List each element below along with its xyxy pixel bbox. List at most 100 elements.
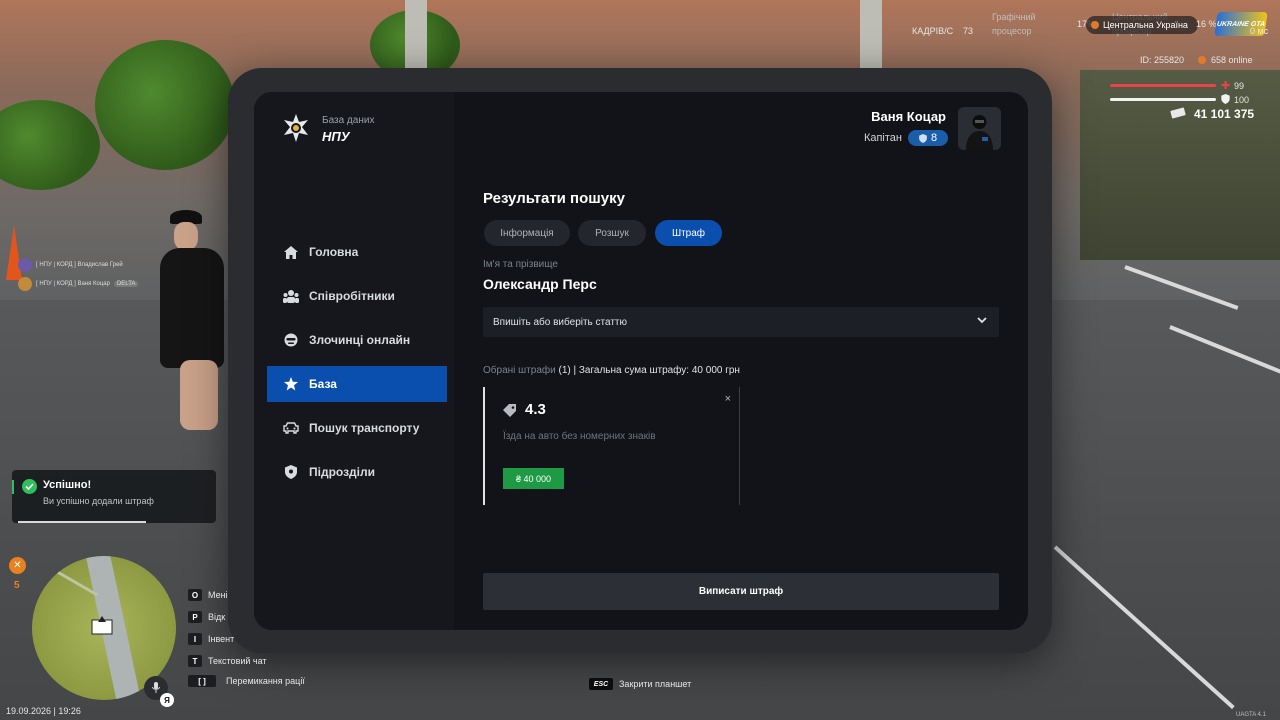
sidebar-item-home[interactable]: Головна [267,234,447,270]
sidebar-item-label: Співробітники [309,289,395,303]
sidebar: База даних НПУ Головна Співробітники Зло… [254,92,454,630]
gpu-label: процесор [992,26,1032,36]
sidebar-item-database[interactable]: База [267,366,447,402]
tree [0,100,100,190]
sidebar-item-criminals[interactable]: Злочинці онлайн [267,322,447,358]
shield-icon [283,464,299,480]
fine-card: 4.3 Їзда на авто без номерних знаків ₴ 4… [483,387,740,505]
hunger-value: 5 [14,580,20,591]
name-value: Олександр Перс [483,276,597,292]
page-title: Результати пошуку [483,190,625,207]
tab-wanted[interactable]: Розшук [578,220,646,246]
toast-title: Успішно! [43,479,92,491]
hunger-icon: ✕ [9,557,26,574]
key-hint-label: Мені [208,590,228,600]
user-name: Ваня Коцар [871,109,946,124]
fps-label: КАДРІВ/С [912,26,954,36]
armor-icon [1221,94,1230,104]
sidebar-item-vehicle-search[interactable]: Пошук транспорту [267,410,447,446]
tag-icon [503,404,516,417]
shield-icon [919,133,927,143]
tab-fine[interactable]: Штраф [655,220,722,246]
health-bar [1110,84,1216,87]
key-hint-label: Текстовий чат [208,656,267,666]
money-icon [1170,107,1186,119]
fine-description: Їзда на авто без номерних знаків [503,431,656,442]
esc-label: Закрити планшет [619,679,692,689]
esc-key: ESC [589,678,613,690]
status-badge: DELTA [113,281,139,287]
avatar [18,277,32,291]
chat-line: [ НПУ | КОРД ] Ваня Коцар DELTA [18,277,139,291]
key-hint-label: Відк [208,612,226,622]
car-icon [283,420,299,436]
key-hint: O [188,589,202,601]
fine-code: 4.3 [525,401,546,418]
sidebar-item-divisions[interactable]: Підрозділи [267,454,447,490]
health-icon: ✚ [1221,80,1231,92]
star-icon [283,376,299,392]
armor-value: 100 [1234,95,1250,105]
money-value: 41 101 375 [1194,107,1255,121]
key-hint: P [188,611,202,623]
key-hint: [ ] [188,675,216,687]
online-icon [1198,56,1206,64]
brand-title: НПУ [322,129,350,144]
tree [95,40,235,170]
ping: 0 мс [1250,26,1269,36]
fines-summary: Обрані штрафи (1) | Загальна сума штрафу… [483,365,740,376]
version-label: UAGTA 4.1 [1236,712,1266,718]
gpu-label: Графічний [992,12,1036,22]
armor-bar [1110,98,1216,101]
avatar [958,107,1001,150]
home-icon [283,244,299,260]
voice-key-badge: Я [160,693,174,707]
flame-icon [1091,21,1099,29]
player-marker-icon [91,616,113,635]
online-count: 658 online [1211,55,1253,65]
key-hint-label: Перемикання рації [226,676,305,686]
success-toast: Успішно! Ви успішно додали штраф [12,470,216,523]
sidebar-item-label: Головна [309,245,359,259]
server-region: Центральна Україна [1103,20,1188,30]
key-hint: T [188,655,202,667]
criminal-icon [283,332,299,348]
avatar [18,258,32,272]
sidebar-item-label: Злочинці онлайн [309,333,411,347]
sidebar-item-label: Підрозділи [309,465,375,479]
tab-information[interactable]: Інформація [484,220,570,246]
tablet-screen: База даних НПУ Головна Співробітники Зло… [254,92,1028,630]
toast-accent [12,480,14,494]
chat-line: [ НПУ | КОРД ] Владислав Грей [18,258,123,272]
pole [405,0,427,68]
sidebar-item-label: Пошук транспорту [309,421,420,435]
sidebar-item-employees[interactable]: Співробітники [267,278,447,314]
rank-level: 8 [930,132,938,144]
check-icon [22,479,37,494]
police-star-icon [284,114,308,142]
npc-officer [160,210,230,445]
article-select[interactable]: Впишіть або виберіть статтю [483,307,999,337]
key-hint-label: Інвент [208,634,235,644]
datetime: 19.09.2026 | 19:26 [6,706,81,716]
fine-amount-badge: ₴ 40 000 [503,468,564,489]
cpu-percent: 16 % [1196,19,1217,29]
article-select-placeholder: Впишіть або виберіть статтю [493,316,628,328]
issue-fine-button[interactable]: Виписати штраф [483,573,999,610]
chevron-down-icon [977,317,987,324]
brand-subtitle: База даних [322,115,375,126]
user-rank: Капітан [863,132,902,144]
player-id: ID: 255820 [1140,55,1185,65]
key-hint: I [188,633,202,645]
health-value: 99 [1234,81,1245,91]
pole [860,0,882,68]
toast-progress [18,521,146,523]
toast-text: Ви успішно додали штраф [43,496,154,506]
close-icon[interactable]: × [725,393,731,405]
sidebar-item-label: База [309,377,337,391]
users-icon [283,288,299,304]
fps-value: 73 [963,26,974,36]
name-label: Ім'я та прізвище [483,259,558,270]
rank-badge: 8 [908,130,948,146]
server-pill: Центральна Україна [1086,16,1198,34]
